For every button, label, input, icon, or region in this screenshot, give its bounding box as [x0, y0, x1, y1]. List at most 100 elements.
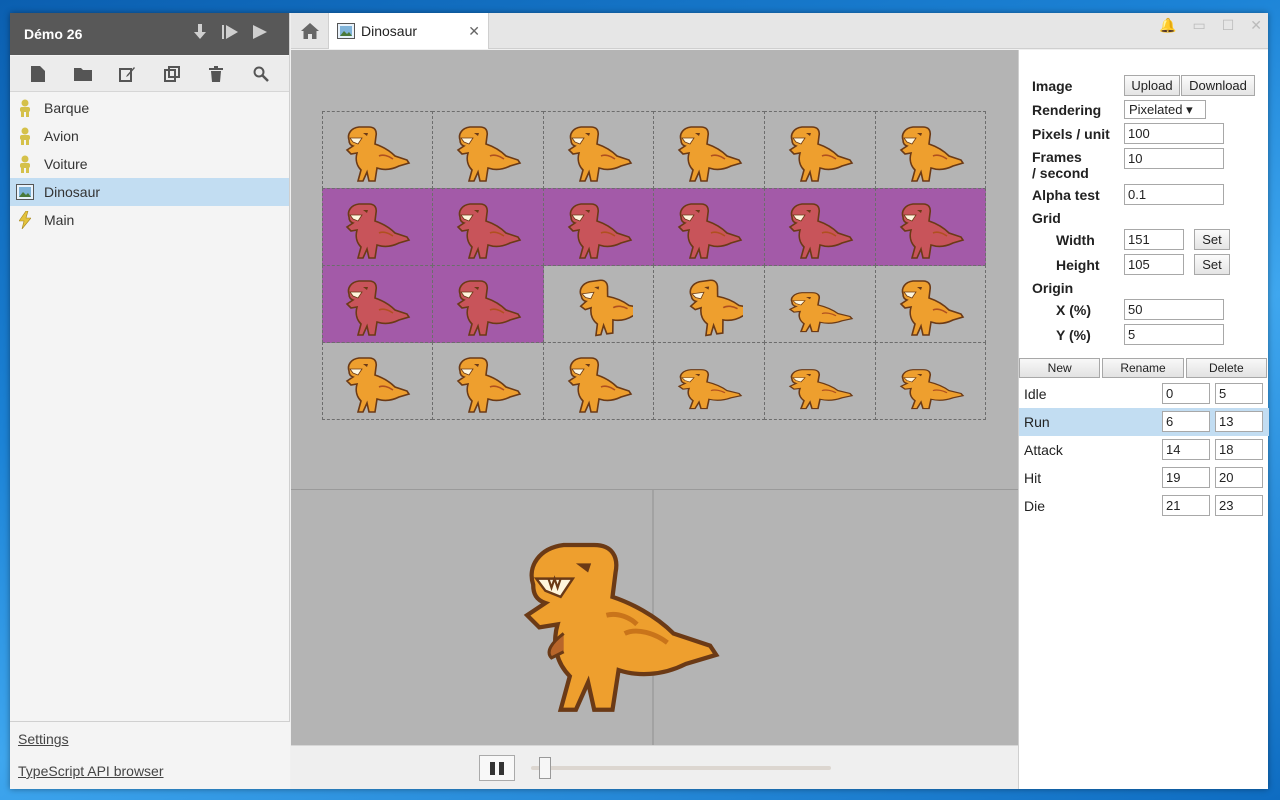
- rename-animation-button[interactable]: Rename: [1102, 358, 1184, 378]
- duplicate-icon[interactable]: [162, 64, 182, 84]
- sprite-frame[interactable]: [432, 264, 544, 343]
- sprite-frame[interactable]: [653, 110, 766, 189]
- step-play-icon[interactable]: [215, 24, 245, 44]
- sprite-frame[interactable]: [764, 341, 876, 420]
- sprite-frame[interactable]: [321, 110, 434, 189]
- tree-item-label: Barque: [44, 100, 90, 116]
- sprite-frame[interactable]: [874, 110, 987, 189]
- sprite-frame[interactable]: [321, 187, 434, 266]
- animation-name: Idle: [1024, 386, 1047, 402]
- rendering-select[interactable]: Pixelated ▾: [1124, 100, 1206, 119]
- grid-width-input[interactable]: 151: [1124, 229, 1184, 250]
- origin-y-label: Y (%): [1056, 327, 1091, 343]
- download-button[interactable]: Download: [1181, 75, 1255, 96]
- animation-end-input[interactable]: 13: [1215, 411, 1263, 432]
- folder-icon[interactable]: [73, 64, 93, 84]
- play-icon[interactable]: [245, 24, 275, 44]
- close-window-icon[interactable]: ✕: [1250, 17, 1262, 34]
- new-file-icon[interactable]: [28, 64, 48, 84]
- animation-start-input[interactable]: 0: [1162, 383, 1210, 404]
- dinosaur-frame-sprite: [678, 368, 743, 409]
- pause-icon: [490, 761, 495, 775]
- tree-item-label: Dinosaur: [44, 184, 101, 200]
- dinosaur-frame-sprite: [899, 279, 964, 336]
- dinosaur-frame-sprite: [456, 125, 522, 182]
- tree-item-voiture[interactable]: Voiture: [10, 150, 289, 178]
- delete-animation-button[interactable]: Delete: [1185, 358, 1267, 378]
- tree-item-avion[interactable]: Avion: [10, 122, 289, 150]
- animation-name: Hit: [1024, 470, 1042, 486]
- pixels-per-unit-input[interactable]: 100: [1124, 123, 1224, 144]
- animation-start-input[interactable]: 14: [1162, 439, 1210, 460]
- grid-height-label: Height: [1056, 257, 1100, 273]
- grid-height-input[interactable]: 105: [1124, 254, 1184, 275]
- sprite-frame[interactable]: [764, 110, 876, 189]
- origin-x-input[interactable]: 50: [1124, 299, 1224, 320]
- sprite-frame[interactable]: [874, 264, 987, 343]
- sprite-frame[interactable]: [874, 341, 987, 420]
- sprite-frame[interactable]: [653, 341, 766, 420]
- sprite-frame[interactable]: [432, 341, 544, 420]
- sprite-frame[interactable]: [542, 187, 655, 266]
- sprite-frame[interactable]: [653, 187, 766, 266]
- sprite-frame[interactable]: [432, 110, 544, 189]
- animation-row-hit[interactable]: Hit 19 20: [1019, 464, 1269, 492]
- home-tab[interactable]: [291, 13, 329, 48]
- animation-end-input[interactable]: 5: [1215, 383, 1263, 404]
- sprite-sheet-grid: [321, 110, 987, 420]
- project-header: Démo 26: [10, 13, 289, 55]
- animation-start-input[interactable]: 6: [1162, 411, 1210, 432]
- sprite-frame[interactable]: [542, 110, 655, 189]
- sprite-frame[interactable]: [874, 187, 987, 266]
- alpha-test-input[interactable]: 0.1: [1124, 184, 1224, 205]
- animation-end-input[interactable]: 20: [1215, 467, 1263, 488]
- download-icon[interactable]: [185, 23, 215, 45]
- sprite-frame[interactable]: [764, 187, 876, 266]
- new-animation-button[interactable]: New: [1019, 358, 1101, 378]
- home-icon: [300, 22, 319, 39]
- animation-end-input[interactable]: 23: [1215, 495, 1263, 516]
- upload-button[interactable]: Upload: [1124, 75, 1180, 96]
- animation-row-idle[interactable]: Idle 0 5: [1019, 380, 1269, 408]
- notification-icon[interactable]: 🔔: [1159, 17, 1176, 34]
- dinosaur-frame-sprite: [456, 279, 522, 336]
- search-icon[interactable]: [251, 64, 271, 84]
- maximize-icon[interactable]: ☐: [1222, 17, 1235, 34]
- minimize-icon[interactable]: ▭: [1192, 17, 1205, 34]
- frame-slider-track[interactable]: [531, 766, 831, 770]
- close-icon[interactable]: ✕: [468, 23, 480, 40]
- tree-item-barque[interactable]: Barque: [10, 94, 289, 122]
- animation-start-input[interactable]: 21: [1162, 495, 1210, 516]
- grid-width-set-button[interactable]: Set: [1194, 229, 1230, 250]
- pause-button[interactable]: [479, 755, 515, 781]
- dinosaur-frame-sprite: [899, 125, 964, 182]
- actor-icon: [16, 127, 34, 145]
- sprite-frame[interactable]: [653, 264, 766, 343]
- sprite-frame[interactable]: [542, 341, 655, 420]
- origin-y-input[interactable]: 5: [1124, 324, 1224, 345]
- sprite-frame[interactable]: [542, 264, 655, 343]
- sprite-frame[interactable]: [432, 187, 544, 266]
- settings-link[interactable]: Settings: [18, 731, 290, 747]
- sprite-frame[interactable]: [321, 264, 434, 343]
- sprite-frame[interactable]: [321, 341, 434, 420]
- sprite-sheet-view[interactable]: [291, 50, 1018, 489]
- trash-icon[interactable]: [206, 64, 226, 84]
- api-browser-link[interactable]: TypeScript API browser: [18, 763, 290, 779]
- rename-icon[interactable]: [117, 64, 137, 84]
- animation-row-attack[interactable]: Attack 14 18: [1019, 436, 1269, 464]
- animation-end-input[interactable]: 18: [1215, 439, 1263, 460]
- animation-start-input[interactable]: 19: [1162, 467, 1210, 488]
- sprite-frame[interactable]: [764, 264, 876, 343]
- tree-item-dinosaur[interactable]: Dinosaur: [10, 178, 289, 206]
- animation-row-run[interactable]: Run 6 13: [1019, 408, 1269, 436]
- tab-label: Dinosaur: [361, 23, 418, 39]
- frame-slider-thumb[interactable]: [539, 757, 551, 779]
- project-title: Démo 26: [24, 26, 83, 42]
- tree-item-main[interactable]: Main: [10, 206, 289, 234]
- frames-per-second-input[interactable]: 10: [1124, 148, 1224, 169]
- grid-height-set-button[interactable]: Set: [1194, 254, 1230, 275]
- tab-dinosaur[interactable]: Dinosaur ✕: [329, 13, 489, 49]
- dinosaur-frame-sprite: [346, 279, 411, 336]
- animation-row-die[interactable]: Die 21 23: [1019, 492, 1269, 520]
